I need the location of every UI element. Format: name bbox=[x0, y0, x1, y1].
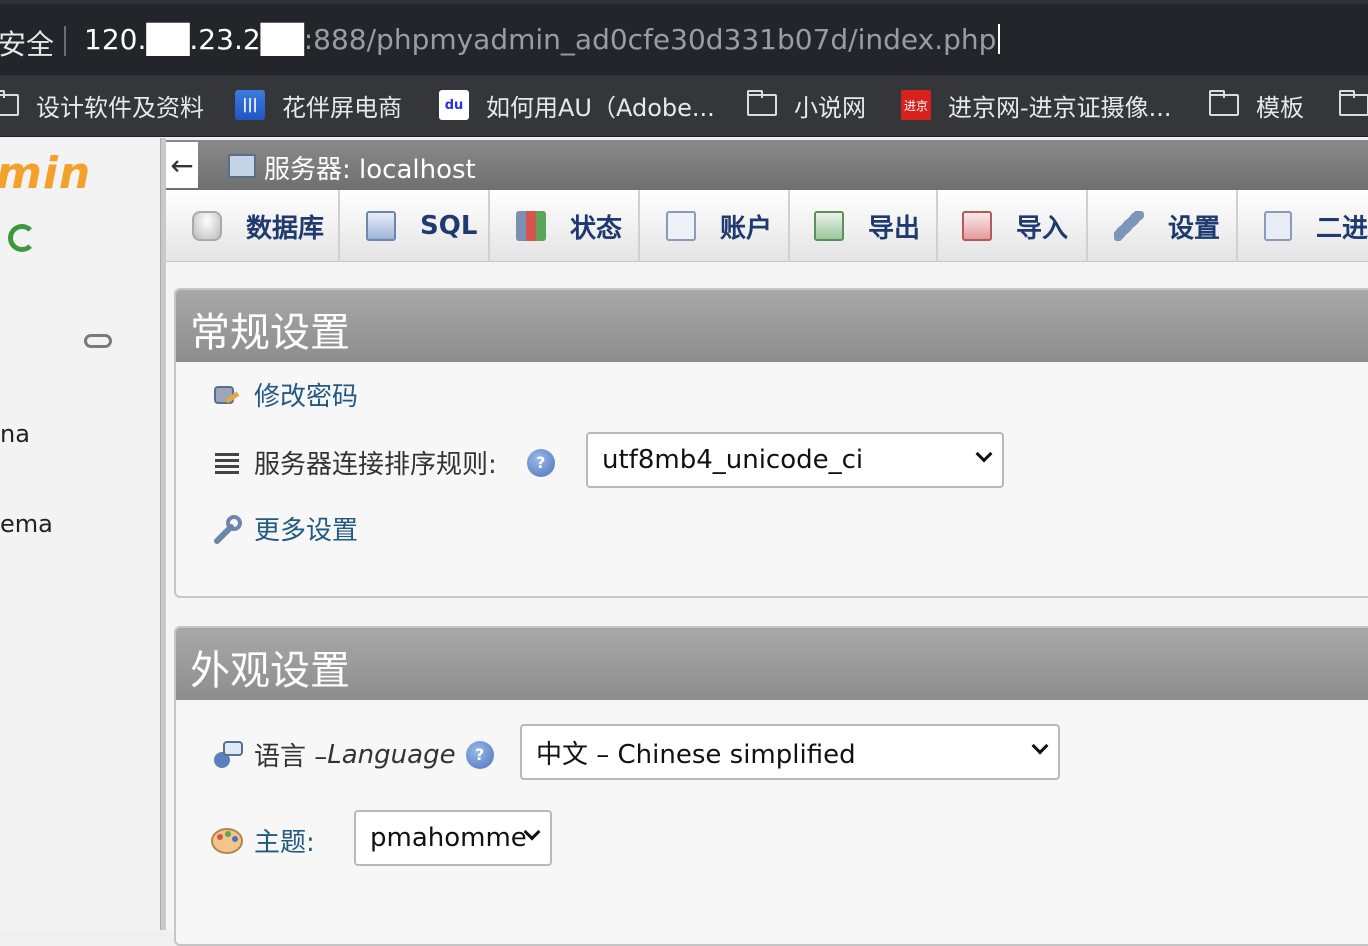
url-path: :888/phpmyadmin_ad0cfe30d331b07d/index.p… bbox=[303, 23, 997, 56]
general-settings-title: 常规设置 bbox=[176, 290, 1368, 362]
url-text[interactable]: 120.██.23.2██:888/phpmyadmin_ad0cfe30d33… bbox=[84, 23, 1001, 56]
reload-icon[interactable] bbox=[8, 224, 36, 252]
tab-label: 状态 bbox=[570, 213, 623, 244]
sql-icon bbox=[366, 211, 396, 241]
bookmark-jinjing[interactable]: 进京 进京网-进京证摄像... bbox=[900, 87, 1172, 123]
navigation-panel: min na ema bbox=[0, 138, 160, 930]
export-icon bbox=[814, 211, 844, 241]
language-label: 语言 – bbox=[254, 742, 328, 772]
language-label-italic: Language bbox=[327, 739, 456, 770]
tab-settings[interactable]: 设置 bbox=[1088, 190, 1238, 262]
wrench-icon bbox=[210, 512, 244, 546]
bookmark-label: 如何用AU（Adobe... bbox=[486, 93, 715, 122]
tab-label: 导入 bbox=[1016, 213, 1069, 244]
chevron-down-icon bbox=[975, 445, 993, 463]
language-icon bbox=[210, 738, 244, 772]
jinjing-icon: 进京 bbox=[900, 90, 932, 120]
collation-select[interactable]: utf8mb4_unicode_ci bbox=[586, 432, 1004, 488]
binlog-icon bbox=[1264, 211, 1292, 241]
change-password-link[interactable]: 修改密码 bbox=[210, 376, 358, 413]
bookmark-design[interactable]: 设计软件及资料 bbox=[0, 87, 204, 123]
tab-label: SQL bbox=[420, 211, 478, 241]
list-icon bbox=[210, 446, 244, 480]
status-icon bbox=[516, 211, 546, 241]
folder-icon bbox=[1338, 90, 1368, 120]
server-breadcrumb: ← 服务器: localhost bbox=[166, 140, 1368, 190]
bookmark-label: 设计软件及资料 bbox=[36, 93, 204, 122]
address-bar[interactable]: 安全 120.██.23.2██:888/phpmyadmin_ad0cfe30… bbox=[0, 0, 1368, 75]
folder-icon bbox=[1208, 90, 1240, 120]
tab-databases[interactable]: 数据库 bbox=[166, 190, 340, 262]
tab-label: 二进 bbox=[1315, 213, 1368, 244]
more-settings-label: 更多设置 bbox=[254, 516, 359, 546]
language-row: 语言 – Language ? bbox=[210, 736, 494, 773]
bookmarks-bar: 设计软件及资料 ||| 花伴屏电商 du 如何用AU（Adobe... 小说网 … bbox=[0, 75, 1368, 137]
language-select[interactable]: 中文 – Chinese simplified bbox=[520, 724, 1060, 780]
url-host: 120.██.23.2██ bbox=[84, 23, 304, 56]
bookmark-label: 进京网-进京证摄像... bbox=[948, 93, 1172, 122]
appearance-settings-title: 外观设置 bbox=[176, 628, 1368, 700]
help-icon[interactable]: ? bbox=[526, 448, 555, 477]
collation-row: 服务器连接排序规则: ? bbox=[210, 444, 555, 481]
bookmark-huaban[interactable]: ||| 花伴屏电商 bbox=[234, 87, 402, 123]
collation-label: 服务器连接排序规则: bbox=[254, 450, 497, 480]
tab-status[interactable]: 状态 bbox=[490, 190, 640, 262]
bookmark-novel[interactable]: 小说网 bbox=[746, 87, 866, 123]
tab-accounts[interactable]: 账户 bbox=[640, 190, 790, 262]
import-icon bbox=[962, 211, 992, 241]
collapse-nav-button[interactable]: ← bbox=[166, 142, 198, 188]
theme-row: 主题: bbox=[210, 822, 315, 859]
theme-select[interactable]: pmahomme bbox=[354, 810, 552, 866]
palette-icon bbox=[210, 824, 244, 858]
text-caret bbox=[998, 24, 1001, 54]
tab-label: 设置 bbox=[1168, 213, 1221, 244]
bookmark-more[interactable] bbox=[1338, 87, 1368, 123]
database-icon bbox=[192, 211, 222, 241]
theme-label: 主题: bbox=[254, 828, 315, 858]
help-icon[interactable]: ? bbox=[465, 740, 494, 769]
nav-db-item[interactable]: ema bbox=[0, 510, 53, 538]
server-title[interactable]: 服务器: localhost bbox=[264, 149, 476, 186]
address-separator bbox=[64, 26, 66, 56]
tab-label: 导出 bbox=[868, 213, 921, 244]
tab-export[interactable]: 导出 bbox=[790, 190, 938, 262]
folder-icon bbox=[0, 90, 20, 120]
tab-label: 数据库 bbox=[246, 213, 325, 244]
collation-value: utf8mb4_unicode_ci bbox=[602, 445, 864, 475]
language-value: 中文 – Chinese simplified bbox=[536, 739, 856, 770]
bookmark-label: 小说网 bbox=[794, 93, 866, 122]
link-icon[interactable] bbox=[84, 334, 112, 348]
accounts-icon bbox=[666, 211, 696, 241]
tab-sql[interactable]: SQL bbox=[340, 190, 490, 262]
change-password-label: 修改密码 bbox=[254, 382, 359, 412]
theme-value: pmahomme bbox=[370, 823, 527, 853]
settings-icon bbox=[1114, 211, 1144, 241]
phpmyadmin-logo[interactable]: min bbox=[0, 148, 91, 199]
bookmark-template[interactable]: 模板 bbox=[1208, 87, 1304, 123]
security-label: 安全 bbox=[0, 28, 55, 61]
folder-icon bbox=[746, 90, 778, 120]
huaban-icon: ||| bbox=[234, 90, 266, 120]
baidu-icon: du bbox=[438, 90, 470, 120]
bookmark-au[interactable]: du 如何用AU（Adobe... bbox=[438, 87, 715, 123]
top-menu: 数据库 SQL 状态 账户 导出 导入 设置 二进 bbox=[166, 190, 1368, 262]
chevron-down-icon bbox=[1031, 737, 1049, 755]
bookmark-label: 模板 bbox=[1256, 93, 1304, 122]
main-content: 常规设置 修改密码 服务器连接排序规则: ? utf8mb4_unicode_c… bbox=[166, 262, 1368, 946]
more-settings-link[interactable]: 更多设置 bbox=[210, 510, 358, 547]
tab-label: 账户 bbox=[720, 213, 773, 244]
nav-db-item[interactable]: na bbox=[0, 420, 30, 448]
general-settings-group: 常规设置 修改密码 服务器连接排序规则: ? utf8mb4_unicode_c… bbox=[174, 288, 1368, 598]
tab-import[interactable]: 导入 bbox=[938, 190, 1088, 262]
bookmark-label: 花伴屏电商 bbox=[282, 93, 402, 122]
tab-binlog[interactable]: 二进 bbox=[1238, 190, 1368, 262]
password-icon bbox=[210, 378, 244, 412]
server-icon bbox=[228, 154, 256, 178]
appearance-settings-group: 外观设置 语言 – Language ? 中文 – Chinese simpli… bbox=[174, 626, 1368, 946]
